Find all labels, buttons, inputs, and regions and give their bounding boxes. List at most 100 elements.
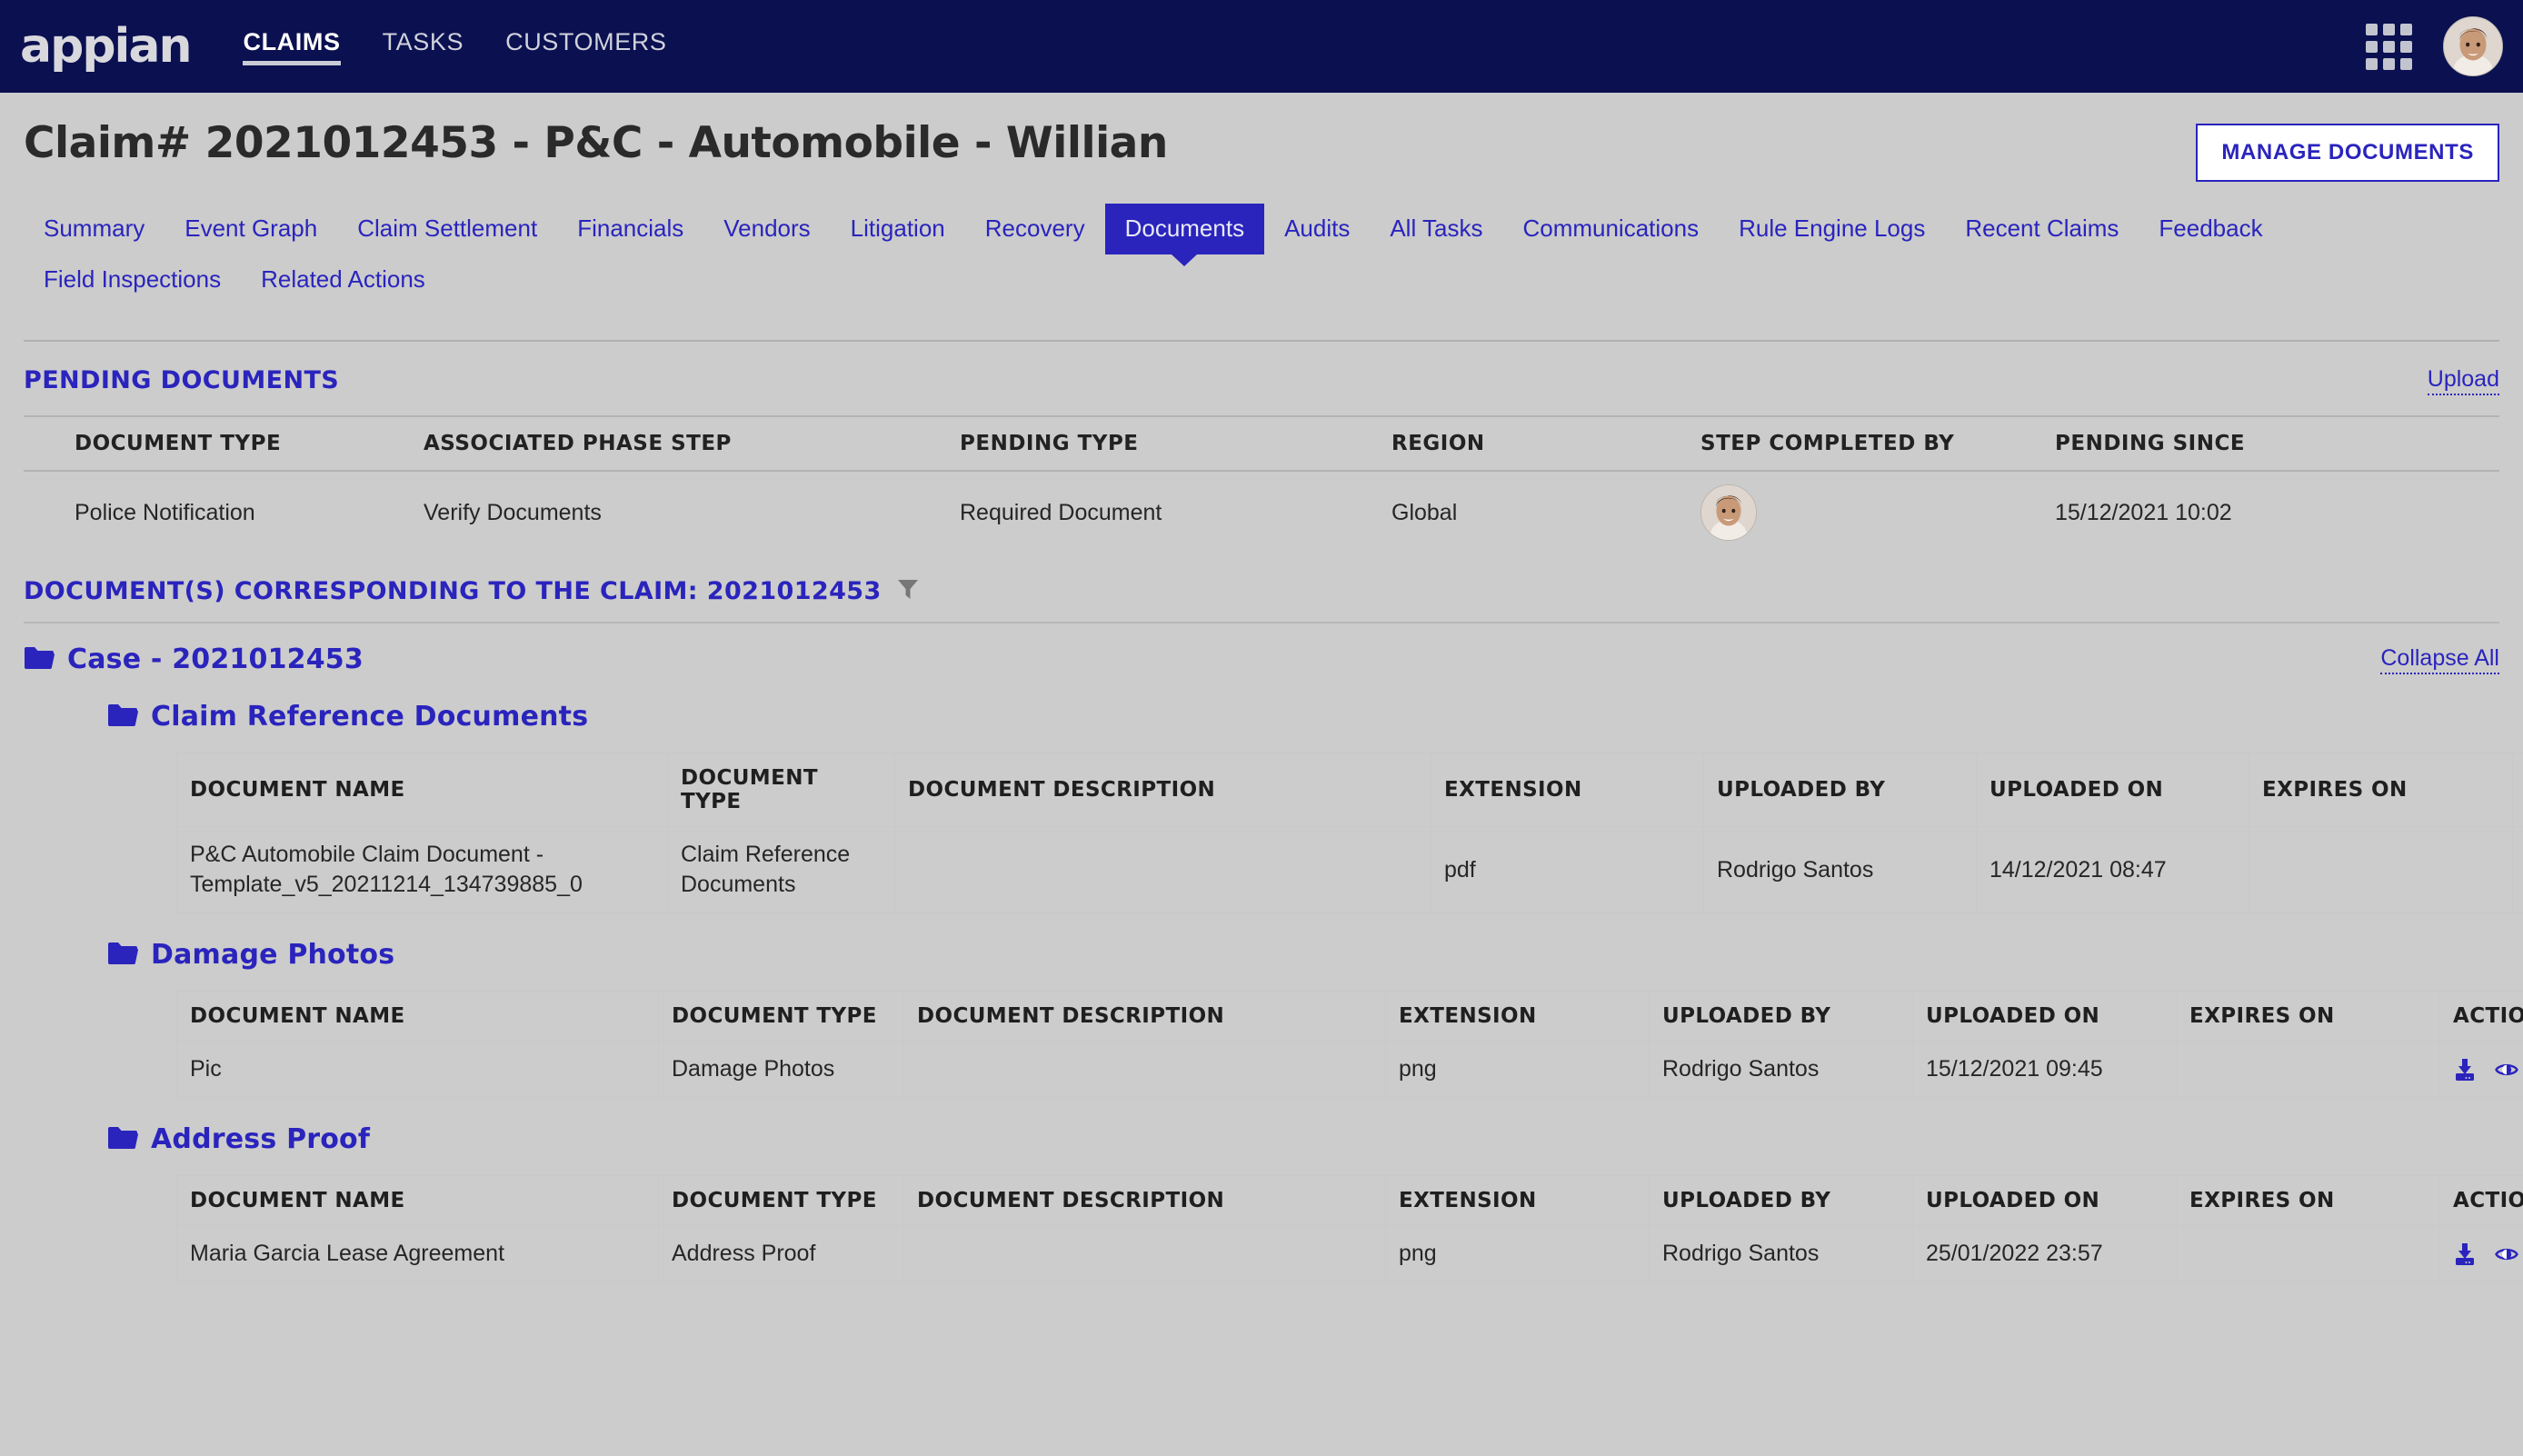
- address-proof-table: DOCUMENT NAME DOCUMENT TYPE DOCUMENT DES…: [176, 1175, 2523, 1283]
- folder-icon: [107, 941, 138, 970]
- nav-item-tasks[interactable]: TASKS: [383, 28, 464, 65]
- download-icon[interactable]: [2453, 1242, 2477, 1266]
- eye-glyph: [2495, 1248, 2518, 1260]
- view-eye-icon[interactable]: [2495, 1242, 2518, 1266]
- primary-nav: CLAIMS TASKS CUSTOMERS: [243, 28, 666, 65]
- column-extension: EXTENSION: [1431, 753, 1704, 828]
- folder-address-proof[interactable]: Address Proof: [107, 1123, 2499, 1155]
- tab-communications[interactable]: Communications: [1502, 204, 1719, 254]
- column-document-type: DOCUMENT TYPE: [667, 753, 895, 828]
- appian-logo: appian: [20, 19, 192, 74]
- table-row: Pic Damage Photos png Rodrigo Santos 15/…: [176, 1041, 2523, 1099]
- column-expires-on: EXPIRES ON: [2249, 753, 2513, 828]
- folder-glyph: [25, 646, 55, 669]
- case-folder-row: Case - 2021012453 Collapse All: [24, 643, 2499, 675]
- page-title: Claim# 2021012453 - P&C - Automobile - W…: [24, 118, 1168, 168]
- table-row: Maria Garcia Lease Agreement Address Pro…: [176, 1225, 2523, 1283]
- title-row: Claim# 2021012453 - P&C - Automobile - W…: [24, 93, 2499, 182]
- cell-document-type: Police Notification: [75, 499, 255, 525]
- cell-region: Global: [1391, 499, 1458, 525]
- tab-event-graph[interactable]: Event Graph: [165, 204, 337, 254]
- avatar-image: [1701, 485, 1756, 541]
- folder-case[interactable]: Case - 2021012453: [24, 643, 364, 675]
- documents-section-header: DOCUMENT(S) CORRESPONDING TO THE CLAIM: …: [24, 577, 2499, 605]
- column-extension: EXTENSION: [1385, 991, 1650, 1042]
- collapse-all-link[interactable]: Collapse All: [2380, 644, 2499, 675]
- avatar[interactable]: [2443, 16, 2503, 76]
- tab-recent-claims[interactable]: Recent Claims: [1945, 204, 2139, 254]
- nav-item-claims[interactable]: CLAIMS: [243, 28, 341, 65]
- column-document-name: DOCUMENT NAME: [176, 1175, 659, 1227]
- eye-glyph: [2495, 1063, 2518, 1075]
- tab-claim-settlement[interactable]: Claim Settlement: [337, 204, 557, 254]
- cell-extension: pdf: [1431, 826, 1704, 914]
- divider-below-tabs: [24, 339, 2499, 342]
- tab-related-actions[interactable]: Related Actions: [241, 254, 445, 305]
- tab-rule-engine-logs[interactable]: Rule Engine Logs: [1719, 204, 1945, 254]
- tab-vendors[interactable]: Vendors: [703, 204, 830, 254]
- table-header-row: DOCUMENT NAME DOCUMENT TYPE DOCUMENT DES…: [176, 753, 2523, 828]
- upload-link[interactable]: Upload: [2427, 365, 2499, 396]
- damage-photos-table: DOCUMENT NAME DOCUMENT TYPE DOCUMENT DES…: [176, 991, 2523, 1099]
- folder-label: Claim Reference Documents: [151, 701, 589, 733]
- column-document-description: DOCUMENT DESCRIPTION: [894, 753, 1431, 828]
- tab-summary[interactable]: Summary: [24, 204, 165, 254]
- filter-funnel-icon[interactable]: [896, 577, 920, 605]
- folder-icon: [107, 1125, 138, 1154]
- cell-uploaded-on: 14/12/2021 08:47: [1976, 826, 2249, 914]
- download-glyph: [2456, 1058, 2474, 1081]
- folder-icon: [107, 703, 138, 732]
- column-document-description: DOCUMENT DESCRIPTION: [903, 991, 1386, 1042]
- avatar: [1700, 484, 1757, 542]
- download-icon[interactable]: [2453, 1058, 2477, 1082]
- tab-litigation[interactable]: Litigation: [831, 204, 965, 254]
- pending-documents-table: DOCUMENT TYPE ASSOCIATED PHASE STEP PEND…: [24, 415, 2499, 553]
- cell-expires-on: [2249, 826, 2513, 914]
- view-eye-icon[interactable]: [2495, 1058, 2518, 1082]
- address-proof-table-wrap: DOCUMENT NAME DOCUMENT TYPE DOCUMENT DES…: [176, 1175, 2523, 1283]
- column-pending-type: PENDING TYPE: [951, 415, 1382, 473]
- cell-expires-on: [2176, 1041, 2440, 1099]
- tab-financials[interactable]: Financials: [557, 204, 703, 254]
- pending-documents-title: PENDING DOCUMENTS: [24, 365, 340, 394]
- folder-label: Damage Photos: [151, 939, 395, 972]
- column-document-description: DOCUMENT DESCRIPTION: [903, 1175, 1386, 1227]
- cell-action: [2439, 1041, 2523, 1099]
- folder-glyph: [108, 1126, 138, 1149]
- tab-all-tasks[interactable]: All Tasks: [1370, 204, 1502, 254]
- manage-documents-button[interactable]: MANAGE DOCUMENTS: [2196, 124, 2499, 182]
- folder-claim-reference-documents[interactable]: Claim Reference Documents: [107, 701, 2499, 733]
- column-uploaded-on: UPLOADED ON: [1912, 991, 2177, 1042]
- column-document-type: DOCUMENT TYPE: [658, 991, 904, 1042]
- documents-section-title: DOCUMENT(S) CORRESPONDING TO THE CLAIM: …: [24, 577, 882, 606]
- nav-item-customers[interactable]: CUSTOMERS: [505, 28, 666, 65]
- column-uploaded-on: UPLOADED ON: [1912, 1175, 2177, 1227]
- tab-audits[interactable]: Audits: [1264, 204, 1370, 254]
- column-action: ACTION: [2512, 753, 2523, 828]
- action-icon-group: [2453, 1058, 2523, 1082]
- action-icon-group: [2453, 1242, 2523, 1266]
- topbar-actions: [2366, 16, 2503, 76]
- download-glyph: [2456, 1242, 2474, 1265]
- damage-photos-table-wrap: DOCUMENT NAME DOCUMENT TYPE DOCUMENT DES…: [176, 991, 2523, 1099]
- avatar-image: [2444, 17, 2502, 75]
- filter-funnel-glyph: [897, 580, 918, 600]
- tab-field-inspections[interactable]: Field Inspections: [24, 254, 241, 305]
- column-uploaded-by: UPLOADED BY: [1703, 753, 1977, 828]
- cell-pending-type: Required Document: [960, 499, 1162, 525]
- tab-documents[interactable]: Documents: [1104, 204, 1265, 254]
- cell-document-description: [903, 1225, 1386, 1283]
- column-uploaded-on: UPLOADED ON: [1976, 753, 2249, 828]
- column-action: ACTION: [2439, 991, 2523, 1042]
- column-uploaded-by: UPLOADED BY: [1649, 1175, 1913, 1227]
- tab-feedback[interactable]: Feedback: [2139, 204, 2282, 254]
- tab-recovery[interactable]: Recovery: [965, 204, 1105, 254]
- table-row: Police Notification Verify Documents Req…: [24, 471, 2499, 553]
- column-region: REGION: [1382, 415, 1691, 473]
- page-content: Claim# 2021012453 - P&C - Automobile - W…: [0, 93, 2523, 1283]
- folder-damage-photos[interactable]: Damage Photos: [107, 939, 2499, 971]
- cell-uploaded-on: 15/12/2021 09:45: [1912, 1041, 2177, 1099]
- top-navigation-bar: appian CLAIMS TASKS CUSTOMERS: [0, 0, 2523, 93]
- cell-uploaded-on: 25/01/2022 23:57: [1912, 1225, 2177, 1283]
- apps-grid-icon[interactable]: [2366, 23, 2412, 70]
